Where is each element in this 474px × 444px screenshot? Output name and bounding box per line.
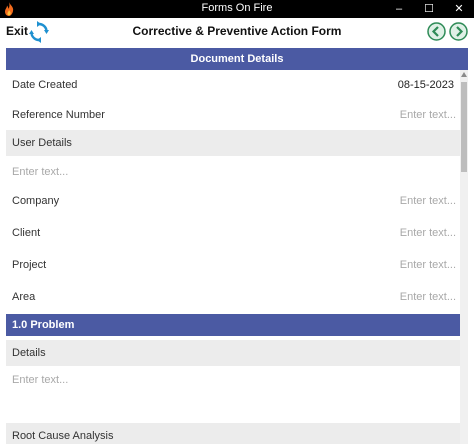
- project-label: Project: [12, 259, 47, 271]
- client-label: Client: [12, 227, 41, 239]
- maximize-button[interactable]: ☐: [414, 0, 444, 18]
- section-header-problem: 1.0 Problem: [6, 314, 468, 336]
- user-details-input[interactable]: Enter text...: [12, 166, 68, 178]
- close-button[interactable]: ✕: [444, 0, 474, 18]
- form-toolbar: Exit Corrective & Preventive Action Form: [0, 18, 474, 46]
- sync-icon[interactable]: [29, 21, 49, 43]
- client-row[interactable]: Client Enter text...: [6, 218, 460, 248]
- exit-button[interactable]: Exit: [6, 24, 28, 38]
- area-input[interactable]: Enter text...: [400, 291, 456, 303]
- project-row[interactable]: Project Enter text...: [6, 250, 460, 280]
- area-row[interactable]: Area Enter text...: [6, 282, 460, 312]
- reference-number-label: Reference Number: [12, 109, 105, 121]
- back-arrow-icon[interactable]: [427, 22, 446, 41]
- forward-arrow-icon[interactable]: [449, 22, 468, 41]
- details-label-bar: Details: [6, 340, 460, 366]
- root-cause-label-bar: Root Cause Analysis: [6, 423, 460, 444]
- user-details-label-bar: User Details: [6, 130, 460, 156]
- reference-number-row[interactable]: Reference Number Enter text...: [6, 100, 460, 130]
- section-header-document-details: Document Details: [6, 48, 468, 70]
- form-content: Document Details Date Created 08-15-2023…: [6, 48, 468, 444]
- reference-number-input[interactable]: Enter text...: [400, 109, 456, 121]
- date-created-label: Date Created: [12, 79, 78, 91]
- client-input[interactable]: Enter text...: [400, 227, 456, 239]
- window-titlebar: Forms On Fire – ☐ ✕: [0, 0, 474, 18]
- minimize-button[interactable]: –: [384, 0, 414, 18]
- details-label: Details: [12, 347, 46, 359]
- date-created-value: 08-15-2023: [397, 79, 454, 91]
- project-input[interactable]: Enter text...: [400, 259, 456, 271]
- company-label: Company: [12, 195, 60, 207]
- user-details-label: User Details: [12, 137, 72, 149]
- area-label: Area: [12, 291, 36, 303]
- form-title: Corrective & Preventive Action Form: [132, 24, 342, 38]
- root-cause-label: Root Cause Analysis: [12, 430, 114, 442]
- vertical-scrollbar[interactable]: [460, 70, 468, 444]
- scroll-up-icon[interactable]: [461, 72, 467, 77]
- scrollbar-thumb[interactable]: [461, 82, 467, 172]
- company-input[interactable]: Enter text...: [400, 195, 456, 207]
- company-row[interactable]: Company Enter text...: [6, 186, 460, 216]
- date-created-row: Date Created 08-15-2023: [6, 70, 460, 100]
- details-input[interactable]: Enter text...: [12, 374, 68, 386]
